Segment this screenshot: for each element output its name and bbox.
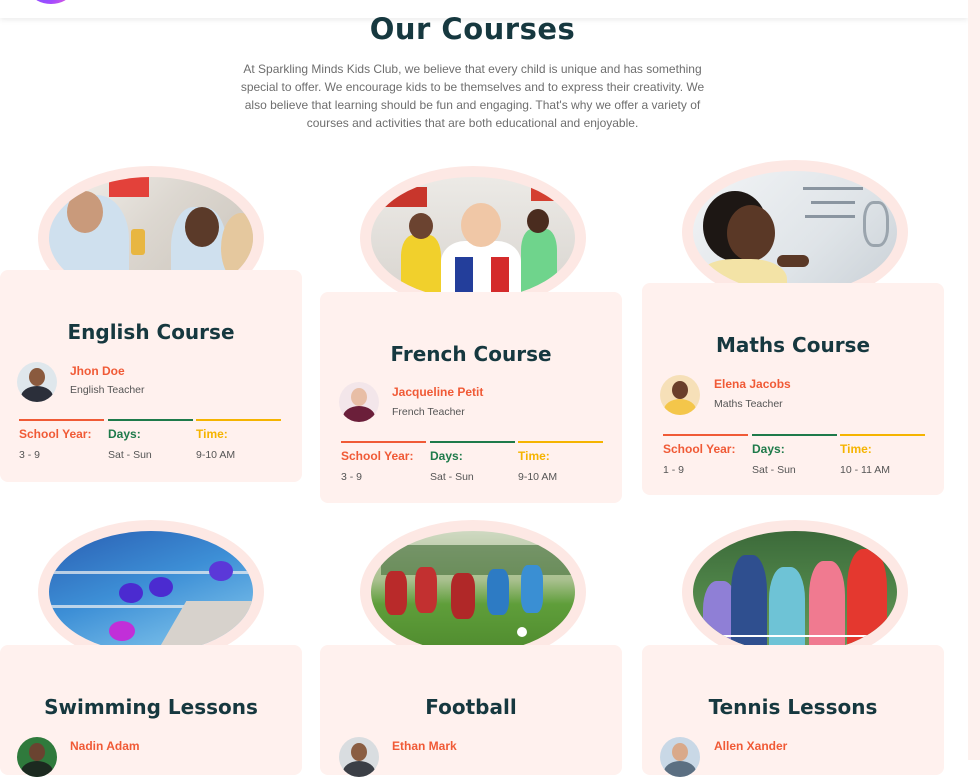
school-year-value: 3 - 9 [19, 449, 41, 461]
days-label: Days: [752, 442, 785, 456]
course-title: Maths Course [715, 333, 871, 357]
section-intro: At Sparkling Minds Kids Club, we believe… [240, 62, 705, 130]
kids-with-flags-photo-icon [371, 177, 575, 299]
teacher-avatar [660, 375, 700, 415]
time-label: Time: [196, 427, 228, 441]
days-info: Days: Sat - Sun [108, 419, 193, 461]
course-title: Tennis Lessons [708, 695, 878, 719]
school-year-value: 1 - 9 [663, 464, 685, 476]
time-value: 9-10 AM [518, 471, 558, 483]
course-card[interactable]: English Course Jhon Doe English Teacher … [0, 270, 302, 482]
course-image-halo [682, 520, 908, 664]
course-title: Swimming Lessons [44, 695, 258, 719]
course-image-halo [360, 166, 586, 310]
course-card[interactable]: Swimming Lessons Nadin Adam [0, 645, 302, 777]
course-card[interactable]: Tennis Lessons Allen Xander [642, 645, 944, 777]
teacher-name[interactable]: Ethan Mark [392, 739, 457, 753]
whiteboard-photo-icon [693, 171, 897, 293]
days-value: Sat - Sun [430, 471, 474, 483]
teacher-name[interactable]: Allen Xander [714, 739, 787, 753]
time-info: Time: 10 - 11 AM [840, 434, 925, 476]
teacher-avatar [339, 382, 379, 422]
school-year-info: School Year: 3 - 9 [19, 419, 104, 461]
days-info: Days: Sat - Sun [752, 434, 837, 476]
teacher-avatar [339, 737, 379, 777]
section-title: Our Courses [369, 12, 576, 46]
school-year-label: School Year: [19, 427, 92, 441]
course-image-halo [38, 520, 264, 664]
time-label: Time: [840, 442, 872, 456]
teacher-avatar [660, 737, 700, 777]
school-year-info: School Year: 3 - 9 [341, 441, 426, 483]
time-info: Time: 9-10 AM [518, 441, 603, 483]
course-title: Football [425, 695, 517, 719]
time-info: Time: 9-10 AM [196, 419, 281, 461]
teacher-avatar [17, 737, 57, 777]
teacher-name[interactable]: Elena Jacobs [714, 377, 791, 391]
time-value: 9-10 AM [196, 449, 236, 461]
course-card[interactable]: Maths Course Elena Jacobs Maths Teacher … [642, 283, 944, 495]
teacher-role: Maths Teacher [714, 398, 783, 410]
days-value: Sat - Sun [108, 449, 152, 461]
teacher-role: French Teacher [392, 406, 465, 418]
tennis-court-photo-icon [693, 531, 897, 653]
course-card[interactable]: French Course Jacqueline Petit French Te… [320, 292, 622, 503]
days-info: Days: Sat - Sun [430, 441, 515, 483]
teacher-name[interactable]: Nadin Adam [70, 739, 140, 753]
time-value: 10 - 11 AM [840, 464, 890, 476]
teacher-name[interactable]: Jacqueline Petit [392, 385, 483, 399]
teacher-name[interactable]: Jhon Doe [70, 364, 125, 378]
course-title: French Course [390, 342, 552, 366]
school-year-label: School Year: [341, 449, 414, 463]
teacher-role: English Teacher [70, 384, 145, 396]
swimming-pool-photo-icon [49, 531, 253, 653]
course-image-halo [360, 520, 586, 664]
days-value: Sat - Sun [752, 464, 796, 476]
days-label: Days: [108, 427, 141, 441]
school-year-info: School Year: 1 - 9 [663, 434, 748, 476]
days-label: Days: [430, 449, 463, 463]
school-year-label: School Year: [663, 442, 736, 456]
school-year-value: 3 - 9 [341, 471, 363, 483]
teacher-avatar [17, 362, 57, 402]
football-field-photo-icon [371, 531, 575, 653]
site-logo[interactable] [32, 0, 70, 4]
page-scrollbar[interactable] [968, 0, 980, 760]
course-card[interactable]: Football Ethan Mark [320, 645, 622, 777]
course-title: English Course [67, 320, 235, 344]
time-label: Time: [518, 449, 550, 463]
